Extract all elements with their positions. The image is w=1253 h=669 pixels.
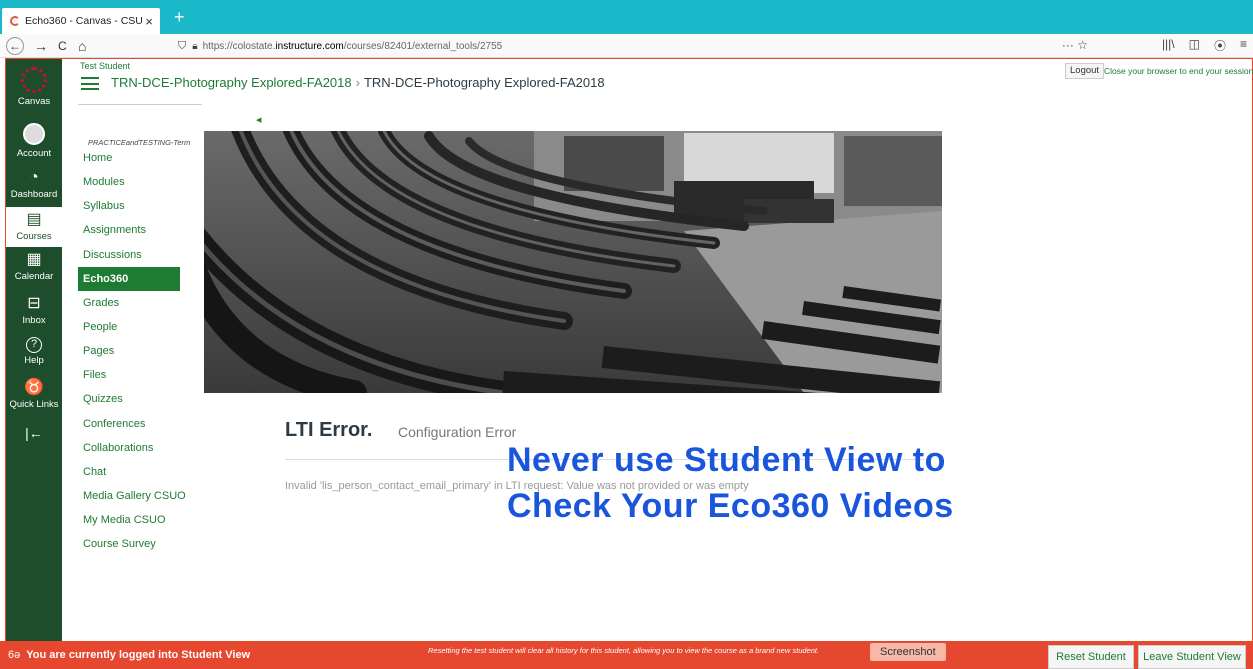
canvas-logo-icon [21, 67, 47, 93]
calendar-icon: ▦ [26, 251, 42, 268]
student-view-status: 6ə You are currently logged into Student … [8, 649, 250, 661]
course-nav-modules[interactable]: Modules [78, 170, 198, 194]
course-nav-conferences[interactable]: Conferences [78, 412, 198, 436]
breadcrumb-course-link[interactable]: TRN-DCE-Photography Explored-FA2018 [111, 75, 352, 90]
student-view-status-text: You are currently logged into Student Vi… [26, 649, 251, 661]
course-nav-chat[interactable]: Chat [78, 460, 198, 484]
forward-icon[interactable]: → [34, 37, 48, 55]
help-icon: ? [26, 337, 42, 353]
shield-icon[interactable]: ⛉ [178, 40, 186, 53]
course-nav-quizzes[interactable]: Quizzes [78, 387, 198, 411]
logout-button[interactable]: Logout [1065, 63, 1105, 79]
book-icon: ▤ [26, 211, 42, 228]
account-icon[interactable]: ⦿ [1214, 37, 1226, 54]
lecture-hall-banner-image [204, 131, 942, 393]
global-nav-calendar[interactable]: ▦ Calendar [6, 251, 62, 291]
course-nav-assignments[interactable]: Assignments [78, 218, 198, 242]
reset-student-button[interactable]: Reset Student [1048, 645, 1134, 669]
url-domain: instructure.com [275, 40, 344, 52]
course-nav-echo360[interactable]: Echo360 [78, 266, 180, 291]
global-nav-label: Inbox [22, 315, 46, 326]
global-nav-dashboard[interactable]: ◔ Dashboard [6, 169, 62, 209]
course-nav-grades[interactable]: Grades [78, 291, 198, 315]
inbox-icon: ⊟ [27, 295, 41, 312]
ram-icon: ♉ [24, 379, 44, 396]
hamburger-icon[interactable] [81, 77, 99, 90]
global-nav-label: Quick Links [9, 399, 59, 410]
new-tab-icon[interactable]: + [174, 8, 185, 26]
breadcrumb-current: TRN-DCE-Photography Explored-FA2018 [363, 75, 605, 90]
url-bar[interactable]: ⛉ 🔒︎ https://colostate. instructure.com/c… [170, 36, 1100, 56]
course-nav-files[interactable]: Files [78, 363, 198, 387]
collapse-arrow-icon[interactable]: ◀ [256, 116, 261, 124]
back-icon[interactable]: ← [6, 37, 24, 55]
reload-icon[interactable]: C [58, 37, 67, 55]
overlay-line-2: Check Your Eco360 Videos [507, 487, 954, 525]
canvas-favicon-icon [10, 16, 20, 26]
tab-title: Echo360 - Canvas - CSU [25, 15, 143, 27]
course-nav-pages[interactable]: Pages [78, 339, 198, 363]
global-nav-label: Account [16, 148, 52, 159]
global-nav: Canvas Account ◔ Dashboard ▤ Courses ▦ C… [6, 59, 62, 641]
divider [78, 104, 202, 105]
course-nav-home[interactable]: Home [78, 146, 198, 170]
global-nav-help[interactable]: ? Help [6, 337, 62, 377]
global-nav-canvas[interactable]: Canvas [6, 67, 62, 117]
student-view-icon: 6ə [8, 649, 21, 661]
leave-student-view-button[interactable]: Leave Student View [1138, 645, 1246, 669]
breadcrumb: TRN-DCE-Photography Explored-FA2018 › TRN-… [111, 75, 605, 90]
overlay-line-1: Never use Student View to [507, 441, 946, 479]
library-icon[interactable]: |||\ [1162, 37, 1175, 54]
global-nav-label: Help [24, 355, 44, 366]
breadcrumb-separator: › [355, 75, 360, 90]
dashboard-icon: ◔ [29, 169, 39, 186]
menu-icon[interactable]: ≡ [1240, 37, 1247, 54]
student-view-footer: 6ə You are currently logged into Student … [0, 641, 1253, 669]
home-icon[interactable]: ⌂ [78, 37, 86, 55]
course-nav-media-gallery[interactable]: Media Gallery CSUO [78, 484, 198, 508]
course-nav-course-survey[interactable]: Course Survey [78, 532, 198, 556]
user-name: Test Student [80, 61, 131, 71]
collapse-nav-icon[interactable]: |← [6, 425, 62, 441]
global-nav-account[interactable]: Account [6, 123, 62, 163]
course-nav-collaborations[interactable]: Collaborations [78, 436, 198, 460]
course-nav-syllabus[interactable]: Syllabus [78, 194, 198, 218]
course-nav: Home Modules Syllabus Assignments Discus… [78, 146, 198, 556]
page-actions-icon[interactable]: ··· ☆ [1062, 38, 1088, 52]
global-nav-quick-links[interactable]: ♉ Quick Links [6, 379, 62, 419]
course-nav-my-media[interactable]: My Media CSUO [78, 508, 198, 532]
course-nav-people[interactable]: People [78, 315, 198, 339]
url-path: /courses/82401/external_tools/2755 [343, 40, 503, 52]
global-nav-inbox[interactable]: ⊟ Inbox [6, 295, 62, 335]
screenshot-button[interactable]: Screenshot [870, 643, 946, 661]
overlay-annotation: Never use Student View to Check Your Eco… [507, 437, 954, 529]
global-nav-label: Calendar [14, 271, 54, 282]
global-nav-label: Courses [16, 231, 52, 242]
reset-note: Resetting the test student will clear al… [428, 646, 820, 655]
global-nav-label: Dashboard [10, 189, 58, 200]
error-title: LTI Error. [285, 419, 373, 441]
url-prefix: https://colostate. [202, 40, 276, 52]
lock-icon[interactable]: 🔒︎ [192, 41, 197, 52]
error-subtitle: Configuration Error [398, 424, 517, 440]
browser-nav-bar: ← → C ⌂ ⛉ 🔒︎ https://colostate. instructu… [0, 34, 1253, 58]
global-nav-courses[interactable]: ▤ Courses [6, 207, 62, 247]
browser-tab-bar: Echo360 - Canvas - CSU × + [0, 0, 1253, 34]
close-tab-icon[interactable]: × [145, 14, 153, 29]
course-nav-discussions[interactable]: Discussions [78, 243, 198, 267]
avatar [23, 123, 45, 145]
sidebar-icon[interactable]: ◫ [1189, 37, 1200, 54]
browser-tab[interactable]: Echo360 - Canvas - CSU × [2, 8, 160, 34]
global-nav-label: Canvas [17, 96, 51, 107]
browser-toolbar: |||\ ◫ ⦿ ≡ [1162, 37, 1247, 54]
logout-note: Close your browser to end your session. [1104, 66, 1253, 76]
